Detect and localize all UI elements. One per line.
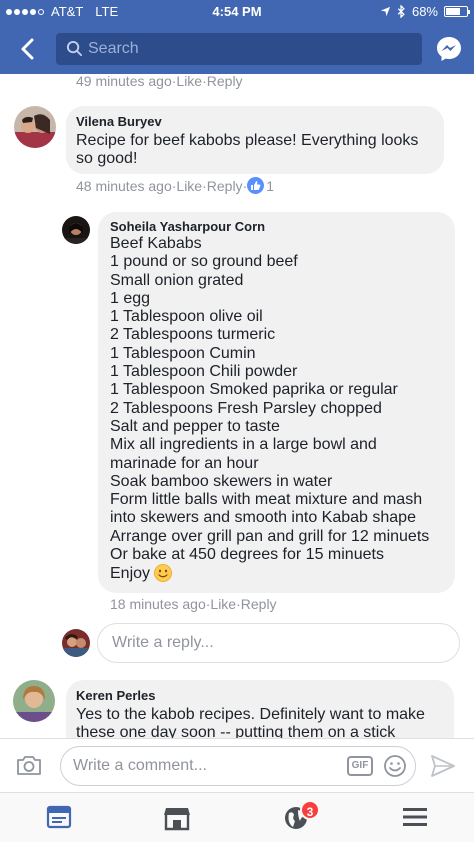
news-feed-icon: [46, 805, 72, 829]
reaction-count[interactable]: 1: [266, 178, 274, 194]
messenger-button[interactable]: [434, 34, 464, 64]
comment-field[interactable]: GIF: [60, 746, 416, 786]
comment-meta: 18 minutes ago · Like · Reply: [110, 596, 277, 612]
reply-link[interactable]: Reply: [207, 178, 243, 194]
comment-time: 48 minutes ago: [76, 178, 172, 194]
chevron-left-icon: [21, 38, 34, 60]
gif-button[interactable]: GIF: [347, 756, 373, 776]
tab-marketplace[interactable]: [163, 805, 193, 831]
tab-menu[interactable]: [402, 805, 432, 831]
notification-badge: 3: [300, 800, 320, 820]
status-bar: AT&T LTE 4:54 PM 68%: [0, 0, 474, 24]
avatar-image: [62, 216, 90, 244]
avatar-image: [62, 629, 90, 657]
like-link[interactable]: Like: [176, 73, 202, 89]
messenger-icon: [437, 37, 461, 61]
emoji-button[interactable]: [383, 754, 407, 783]
smiley-emoji-icon: [154, 564, 173, 583]
reply-link[interactable]: Reply: [207, 73, 243, 89]
battery-percent: 68%: [411, 4, 438, 19]
back-button[interactable]: [14, 35, 42, 63]
camera-button[interactable]: [16, 753, 42, 782]
comment-bubble[interactable]: Vilena Buryev Recipe for beef kabobs ple…: [66, 106, 444, 174]
location-arrow-icon: [380, 6, 391, 17]
send-button[interactable]: [430, 754, 456, 783]
status-right: 68%: [380, 4, 470, 19]
comment-meta-previous: 49 minutes ago · Like · Reply: [76, 73, 243, 89]
comment-text: Beef Kababs 1 pound or so ground beef Sm…: [110, 235, 445, 584]
comment-bubble[interactable]: Soheila Yasharpour Corn Beef Kababs 1 po…: [98, 212, 455, 593]
reply-input[interactable]: [112, 624, 442, 662]
battery-fill: [446, 8, 460, 15]
like-reaction-icon[interactable]: [247, 177, 265, 194]
nav-bar: [0, 24, 474, 74]
comment-composer: GIF: [0, 738, 474, 792]
like-link[interactable]: Like: [210, 596, 236, 612]
tab-news-feed[interactable]: [46, 805, 76, 831]
search-icon: [66, 40, 83, 57]
battery-icon: [444, 6, 470, 17]
avatar[interactable]: [14, 106, 56, 148]
comment-author[interactable]: Soheila Yasharpour Corn: [110, 219, 445, 234]
like-link[interactable]: Like: [176, 178, 202, 194]
reply-field[interactable]: [97, 623, 460, 663]
smiley-icon: [384, 755, 406, 777]
tab-bar: [0, 792, 474, 842]
menu-icon: [403, 808, 427, 826]
avatar-image: [14, 106, 56, 148]
reply-link[interactable]: Reply: [241, 596, 277, 612]
comment-meta: 48 minutes ago · Like · Reply · 1: [76, 177, 274, 194]
bluetooth-icon: [397, 5, 405, 18]
search-input[interactable]: [88, 33, 408, 65]
comment-input[interactable]: [73, 747, 343, 785]
avatar[interactable]: [62, 216, 90, 244]
recipe-text: Beef Kababs 1 pound or so ground beef Sm…: [110, 235, 430, 583]
marketplace-icon: [164, 808, 190, 831]
avatar-image: [13, 680, 55, 722]
comment-time: 49 minutes ago: [76, 73, 172, 89]
comment-time: 18 minutes ago: [110, 596, 206, 612]
comment-text: Recipe for beef kabobs please! Everythin…: [76, 132, 419, 168]
current-user-avatar: [62, 629, 90, 657]
search-bar[interactable]: [56, 33, 422, 65]
comment-author[interactable]: Vilena Buryev: [76, 114, 434, 129]
send-icon: [431, 755, 455, 777]
avatar[interactable]: [13, 680, 55, 722]
camera-icon: [17, 756, 41, 775]
comment-author[interactable]: Keren Perles: [76, 688, 444, 703]
